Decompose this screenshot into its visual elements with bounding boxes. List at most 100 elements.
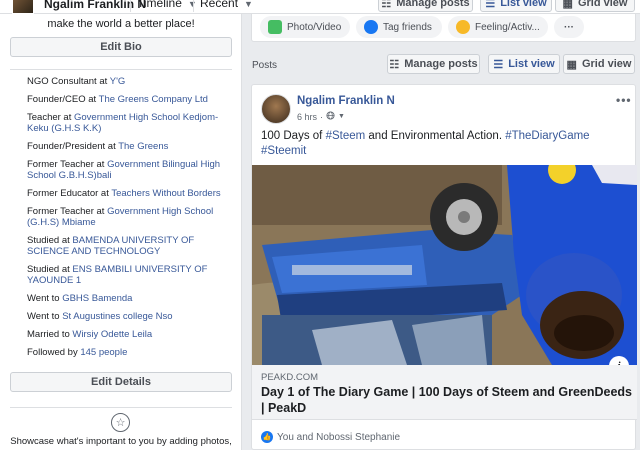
manage-posts-button[interactable]: ☷ Manage posts [378, 0, 473, 12]
manage-posts-label: Manage posts [396, 0, 470, 9]
divider [130, 0, 131, 12]
post-card: Ngalim Franklin N 6 hrs · ▼ ••• 100 Days… [251, 84, 637, 450]
intro-panel: make the world a better place! Edit Bio … [0, 14, 242, 450]
tag-friends-icon [364, 20, 378, 34]
posts-section-title: Posts [252, 60, 278, 71]
grid-view-button[interactable]: ▦ Grid view [555, 0, 635, 12]
list-item: Studied at BAMENDA UNIVERSITY OF SCIENCE… [27, 235, 232, 257]
list-icon: ☰ [493, 58, 504, 71]
list-item: Studied at ENS BAMBILI UNIVERSITY OF YAO… [27, 264, 232, 286]
hashtag-link[interactable]: #Steemit [261, 145, 306, 157]
bio-text: make the world a better place! [47, 18, 195, 30]
post-text: 100 Days of #Steem and Environmental Act… [261, 129, 631, 159]
grid-view-label: Grid view [577, 0, 628, 9]
hashtag-link[interactable]: #Steem [326, 130, 366, 142]
timeline-dropdown[interactable]: Timeline▼ [137, 0, 197, 10]
post-options-button[interactable]: ••• [616, 93, 632, 107]
intro-details-list: NGO Consultant at Y'G Founder/CEO at The… [27, 76, 232, 365]
grid-icon: ▦ [566, 58, 577, 71]
dot-separator: · [320, 111, 324, 122]
post-composer-actions: Photo/Video Tag friends Feeling/Activ...… [251, 14, 636, 42]
like-icon: 👍 [261, 431, 273, 443]
intro-item-prefix: Went to [27, 311, 63, 322]
post-meta: 6 hrs · ▼ [297, 111, 345, 122]
smiley-icon [456, 20, 470, 34]
list-item: NGO Consultant at Y'G [27, 76, 232, 87]
grid-view-label: Grid view [581, 58, 632, 70]
list-view-button[interactable]: ☰ List view [480, 0, 552, 12]
intro-item-link[interactable]: Teachers Without Borders [111, 188, 220, 199]
edit-bio-button[interactable]: Edit Bio [10, 37, 232, 57]
intro-item-link[interactable]: The Greens [118, 141, 168, 152]
chevron-down-icon[interactable]: ▼ [338, 113, 345, 120]
intro-item-prefix: Went to [27, 293, 63, 304]
divider [193, 0, 194, 12]
intro-item-link[interactable]: St Augustines college Nso [62, 311, 172, 322]
intro-item-prefix: Founder/CEO at [27, 94, 99, 105]
list-item: Followed by 145 people [27, 347, 232, 358]
feeling-activity-label: Feeling/Activ... [475, 21, 540, 33]
recent-dropdown[interactable]: Recent ▼ [200, 0, 253, 10]
divider [10, 69, 232, 70]
list-item: Married to Wirsiy Odette Leila [27, 329, 232, 340]
grid-view-button[interactable]: ▦ Grid view [563, 54, 635, 74]
link-preview-image[interactable] [252, 165, 637, 365]
list-item: Teacher at Government High School Kedjom… [27, 112, 232, 134]
link-title[interactable]: Day 1 of The Diary Game | 100 Days of St… [261, 384, 633, 416]
intro-item-prefix: NGO Consultant at [27, 76, 110, 87]
avatar[interactable] [261, 94, 291, 124]
post-timestamp[interactable]: 6 hrs [297, 112, 317, 122]
manage-posts-label: Manage posts [404, 58, 478, 70]
intro-item-prefix: Founder/President at [27, 141, 119, 152]
photo-icon [268, 20, 282, 34]
list-item: Founder/President at The Greens [27, 141, 232, 152]
chevron-down-icon: ▼ [244, 0, 253, 9]
post-text-part: 100 Days of [261, 130, 326, 142]
recent-label: Recent [200, 0, 239, 10]
divider [10, 407, 232, 408]
list-item: Former Educator at Teachers Without Bord… [27, 188, 232, 199]
tag-friends-label: Tag friends [383, 21, 432, 33]
list-item: Went to St Augustines college Nso [27, 311, 232, 322]
list-item: Former Teacher at Government Bilingual H… [27, 159, 232, 181]
hashtag-link[interactable]: #TheDiaryGame [505, 130, 589, 142]
post-text-part: and Environmental Action. [365, 130, 506, 142]
intro-item-link[interactable]: GBHS Bamenda [62, 293, 132, 304]
list-view-button[interactable]: ☰ List view [488, 54, 560, 74]
intro-item-prefix: Former Educator at [27, 188, 112, 199]
photo-illustration [252, 165, 637, 365]
reactions-text: You and Nobossi Stephanie [277, 431, 401, 443]
globe-icon[interactable] [326, 111, 335, 122]
manage-posts-button[interactable]: ☷ Manage posts [387, 54, 480, 74]
intro-item-link[interactable]: The Greens Company Ltd [99, 94, 208, 105]
intro-item-link[interactable]: 145 people [80, 347, 127, 358]
avatar[interactable] [12, 0, 34, 14]
intro-item-prefix: Followed by [27, 347, 81, 358]
intro-item-link[interactable]: Wirsiy Odette Leila [72, 329, 152, 340]
tag-friends-button[interactable]: Tag friends [356, 16, 442, 38]
settings-sliders-icon: ☷ [389, 58, 400, 71]
intro-item-prefix: Studied at [27, 235, 73, 246]
featured-showcase-text: Showcase what's important to you by addi… [10, 436, 232, 447]
intro-item-prefix: Studied at [27, 264, 73, 275]
star-icon: ☆ [111, 413, 130, 432]
grid-icon: ▦ [562, 0, 573, 10]
feeling-activity-button[interactable]: Feeling/Activ... [448, 16, 548, 38]
list-item: Went to GBHS Bamenda [27, 293, 232, 304]
list-item: Founder/CEO at The Greens Company Ltd [27, 94, 232, 105]
photo-video-label: Photo/Video [287, 21, 342, 33]
intro-item-prefix: Teacher at [27, 112, 74, 123]
timeline-label: Timeline [137, 0, 182, 10]
more-options-button[interactable]: ··· [554, 16, 584, 38]
list-view-label: List view [508, 58, 555, 70]
intro-item-prefix: Married to [27, 329, 73, 340]
list-item: Former Teacher at Government High School… [27, 206, 232, 228]
edit-details-button[interactable]: Edit Details [10, 372, 232, 392]
link-domain: PEAKD.COM [261, 372, 319, 383]
post-author-link[interactable]: Ngalim Franklin N [297, 95, 395, 107]
intro-item-link[interactable]: Y'G [110, 76, 126, 87]
settings-sliders-icon: ☷ [381, 0, 392, 10]
list-icon: ☰ [485, 0, 496, 10]
photo-video-button[interactable]: Photo/Video [260, 16, 350, 38]
reactions-summary[interactable]: 👍 You and Nobossi Stephanie [261, 431, 400, 443]
